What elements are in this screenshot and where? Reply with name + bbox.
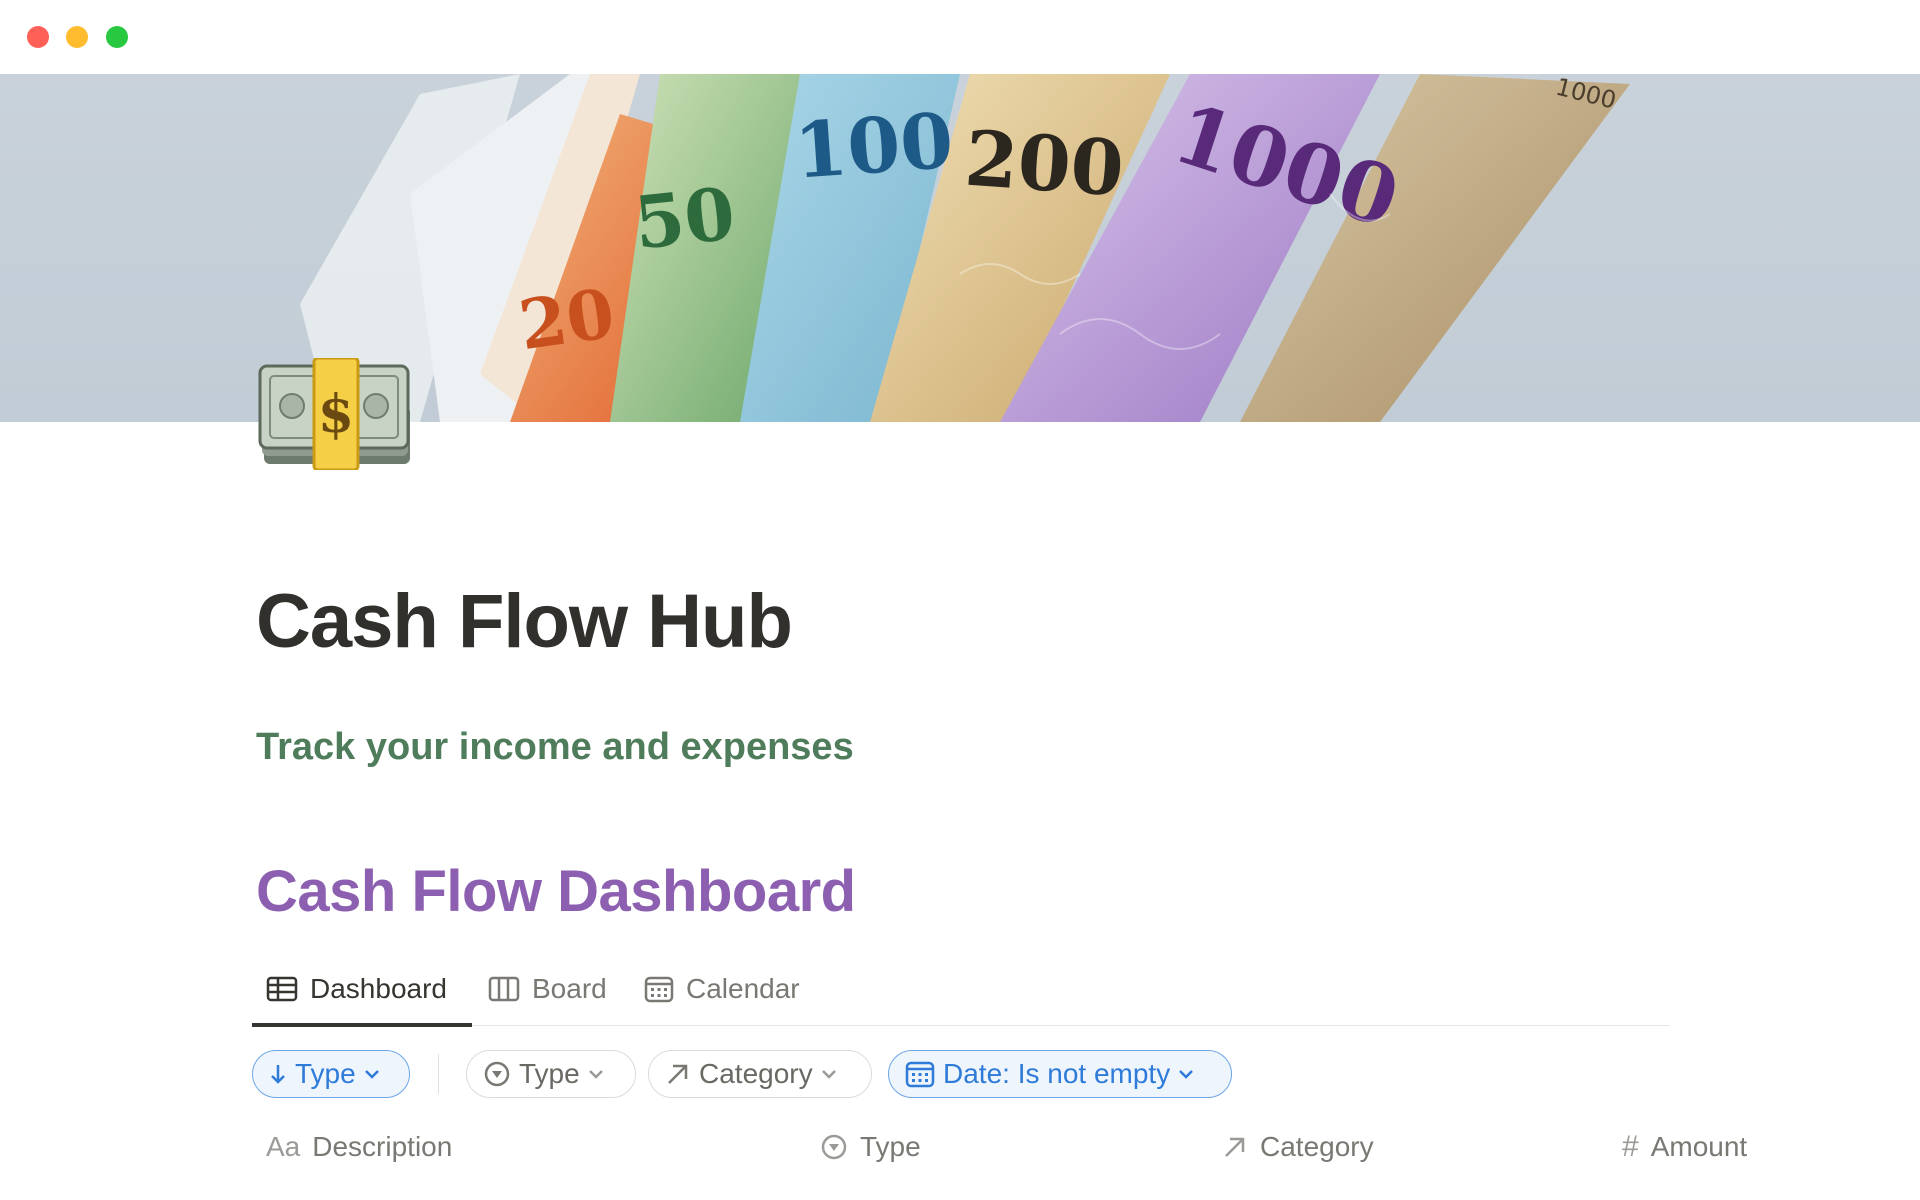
column-header-category[interactable]: Category bbox=[1222, 1124, 1374, 1170]
column-header-amount[interactable]: # Amount bbox=[1622, 1124, 1747, 1170]
money-banknote-icon[interactable]: $ bbox=[258, 356, 414, 472]
board-icon bbox=[488, 976, 520, 1002]
filter-type-label: Type bbox=[519, 1058, 580, 1089]
column-header-description[interactable]: Aa Description bbox=[266, 1124, 452, 1170]
text-property-icon: Aa bbox=[266, 1131, 301, 1162]
table-header: Aa Description Type Category # Amount bbox=[252, 1124, 1772, 1170]
filter-category-chip[interactable]: Category bbox=[648, 1050, 872, 1098]
select-icon bbox=[821, 1134, 847, 1160]
svg-text:200: 200 bbox=[962, 114, 1126, 214]
tab-board-label: Board bbox=[532, 973, 607, 1004]
sort-type-chip[interactable]: Type bbox=[252, 1050, 410, 1098]
filter-date-label: Date: Is not empty bbox=[943, 1058, 1171, 1089]
sort-type-label: Type bbox=[295, 1058, 356, 1089]
chevron-down-icon bbox=[364, 1070, 379, 1079]
view-tabs: Dashboard Board Calendar bbox=[252, 956, 1670, 1027]
tab-dashboard[interactable]: Dashboard bbox=[266, 964, 447, 1014]
column-description-label: Description bbox=[312, 1131, 453, 1162]
tab-board[interactable]: Board bbox=[488, 964, 607, 1014]
relation-arrow-icon bbox=[668, 1064, 688, 1084]
page-subtitle: Track your income and expenses bbox=[256, 726, 854, 768]
chevron-down-icon bbox=[821, 1070, 836, 1079]
table-icon bbox=[266, 976, 298, 1002]
tab-calendar[interactable]: Calendar bbox=[644, 964, 800, 1014]
filter-divider bbox=[438, 1054, 439, 1094]
minimize-window-button[interactable] bbox=[66, 26, 88, 48]
column-type-label: Type bbox=[860, 1131, 921, 1162]
svg-text:50: 50 bbox=[630, 170, 739, 265]
maximize-window-button[interactable] bbox=[106, 26, 128, 48]
tab-calendar-label: Calendar bbox=[686, 973, 800, 1004]
page-title[interactable]: Cash Flow Hub bbox=[256, 578, 793, 665]
calendar-icon bbox=[644, 976, 674, 1003]
select-icon bbox=[484, 1061, 510, 1087]
arrow-down-icon bbox=[271, 1065, 285, 1084]
close-window-button[interactable] bbox=[27, 26, 49, 48]
svg-text:100: 100 bbox=[792, 96, 956, 196]
filter-date-chip[interactable]: Date: Is not empty bbox=[888, 1050, 1232, 1098]
svg-text:$: $ bbox=[318, 384, 354, 445]
chevron-down-icon bbox=[588, 1070, 603, 1079]
column-category-label: Category bbox=[1260, 1131, 1374, 1162]
number-property-icon: # bbox=[1622, 1130, 1639, 1163]
chevron-down-icon bbox=[1179, 1070, 1194, 1079]
tab-dashboard-label: Dashboard bbox=[310, 973, 447, 1004]
column-amount-label: Amount bbox=[1650, 1131, 1748, 1162]
filter-bar: Type Type Category Date: Is not empty bbox=[252, 1050, 1670, 1098]
filter-category-label: Category bbox=[699, 1058, 813, 1089]
section-title[interactable]: Cash Flow Dashboard bbox=[256, 858, 856, 925]
column-header-type[interactable]: Type bbox=[820, 1124, 921, 1170]
filter-type-chip[interactable]: Type bbox=[466, 1050, 636, 1098]
calendar-icon bbox=[905, 1061, 935, 1088]
window-titlebar bbox=[0, 0, 1920, 74]
relation-arrow-icon bbox=[1225, 1137, 1245, 1157]
active-tab-indicator bbox=[252, 1023, 472, 1027]
svg-text:20: 20 bbox=[514, 274, 619, 366]
